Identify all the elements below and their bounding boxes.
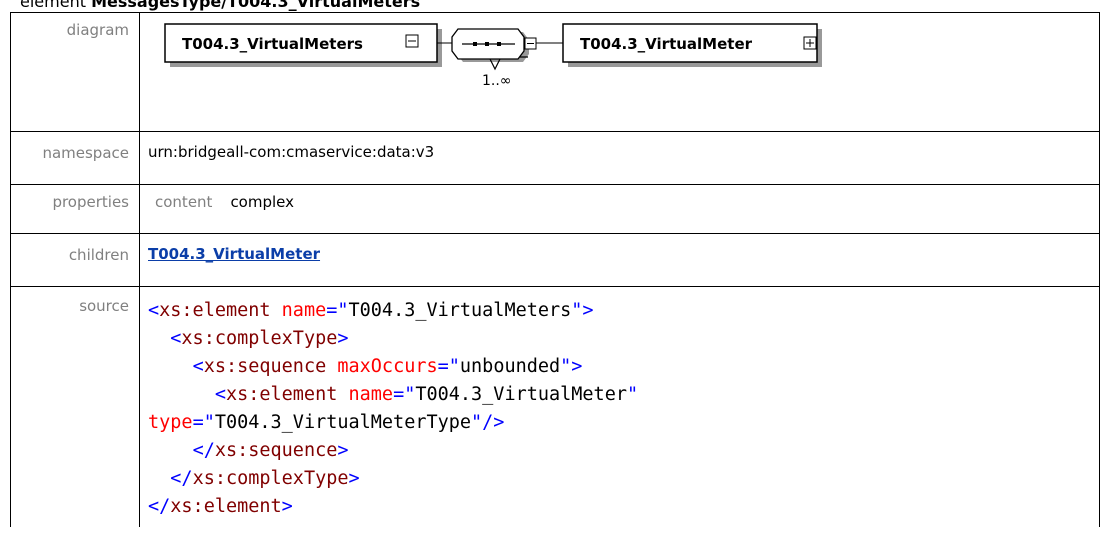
code-line: <xs:element name="T004.3_VirtualMeters"> (148, 300, 594, 321)
code-token: xs:complexType (181, 328, 338, 349)
source-value: <xs:element name="T004.3_VirtualMeters">… (139, 286, 1100, 527)
code-token: </ (148, 496, 171, 517)
property-value: complex (230, 193, 295, 211)
occurrence-label: 1..∞ (482, 73, 511, 89)
properties-value: content complex (139, 184, 1100, 234)
code-token: name (348, 384, 394, 405)
code-token: < (214, 384, 226, 405)
namespace-label: namespace (10, 131, 140, 185)
code-token: =" (393, 384, 416, 405)
element-doc-table: diagram T004.3_VirtualMeters 1..∞ T004.3… (10, 12, 1100, 527)
code-token: =" (326, 300, 349, 321)
code-token: < (192, 356, 204, 377)
code-token: > (348, 468, 360, 489)
code-token: xs:complexType (192, 468, 349, 489)
code-token: T004.3_VirtualMeterType (214, 412, 472, 433)
child-expand-icon[interactable] (803, 36, 817, 50)
child-element-name: T004.3_VirtualMeter (580, 35, 753, 53)
children-row: children T004.3_VirtualMeter (10, 233, 1100, 287)
children-label: children (10, 233, 140, 287)
diagram-cell: T004.3_VirtualMeters 1..∞ T004.3_Virtual… (139, 12, 1100, 132)
element-collapse-icon[interactable] (405, 34, 419, 48)
code-line: <xs:complexType> (148, 328, 349, 349)
code-line: <xs:element name="T004.3_VirtualMeter" (148, 384, 638, 405)
code-token: </ (170, 468, 193, 489)
code-token: "> (560, 356, 583, 377)
code-token: xs:sequence (203, 356, 327, 377)
diagram-label: diagram (10, 12, 140, 132)
code-token: maxOccurs (337, 356, 438, 377)
code-token: "/> (471, 412, 505, 433)
code-token: unbounded (459, 356, 561, 377)
sequence-collapse-icon[interactable] (524, 37, 537, 50)
code-token: < (170, 328, 182, 349)
code-token: T004.3_VirtualMeters (348, 300, 572, 321)
child-link[interactable]: T004.3_VirtualMeter (148, 245, 320, 263)
element-box[interactable]: T004.3_VirtualMeters (164, 23, 442, 67)
code-token: =" (437, 356, 460, 377)
element-name: T004.3_VirtualMeters (182, 35, 363, 53)
code-token: xs:element (159, 300, 271, 321)
code-line: type="T004.3_VirtualMeterType"/> (148, 412, 504, 433)
code-token: xs:element (225, 384, 338, 405)
namespace-value: urn:bridgeall-com:cmaservice:data:v3 (139, 131, 1100, 185)
source-label: source (10, 286, 140, 527)
diagram-row: diagram T004.3_VirtualMeters 1..∞ T004.3… (10, 12, 1100, 132)
code-token: xs:sequence (214, 440, 338, 461)
namespace-row: namespace urn:bridgeall-com:cmaservice:d… (10, 131, 1100, 185)
code-token: > (337, 328, 349, 349)
code-token: type (148, 412, 193, 433)
code-token: xs:element (170, 496, 282, 517)
code-token: > (337, 440, 349, 461)
code-token: name (281, 300, 327, 321)
code-token: =" (192, 412, 215, 433)
code-line: <xs:sequence maxOccurs="unbounded"> (148, 356, 583, 377)
properties-label: properties (10, 184, 140, 234)
source-row: source <xs:element name="T004.3_VirtualM… (10, 286, 1100, 527)
heading-path: MessagesType/T004.3_VirtualMeters (91, 0, 421, 11)
source-code: <xs:element name="T004.3_VirtualMeters">… (148, 297, 1091, 521)
children-value: T004.3_VirtualMeter (139, 233, 1100, 287)
properties-row: properties content complex (10, 184, 1100, 234)
code-token: T004.3_VirtualMeter (415, 384, 627, 405)
property-key: content (155, 193, 213, 211)
code-token: " (626, 384, 639, 405)
schema-diagram: T004.3_VirtualMeters 1..∞ T004.3_Virtual… (164, 23, 822, 89)
code-token: "> (571, 300, 594, 321)
code-token: </ (192, 440, 215, 461)
code-line: </xs:sequence> (148, 440, 349, 461)
child-element-box[interactable]: T004.3_VirtualMeter (562, 23, 822, 67)
code-line: </xs:complexType> (148, 468, 360, 489)
code-token: > (281, 496, 293, 517)
heading-prefix: element (20, 0, 86, 11)
sequence-compositor-icon[interactable] (451, 28, 529, 71)
page-heading: element MessagesType/T004.3_VirtualMeter… (20, 0, 420, 12)
code-token: < (148, 300, 160, 321)
code-line: </xs:element> (148, 496, 293, 517)
